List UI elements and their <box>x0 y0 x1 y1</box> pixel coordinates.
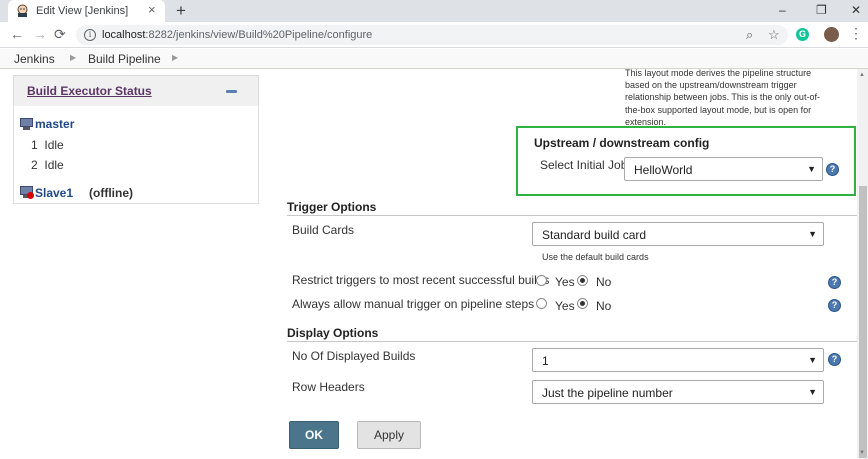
trigger-options-title: Trigger Options <box>287 200 377 214</box>
tab-close-icon[interactable]: × <box>148 3 156 17</box>
breadcrumb-build-pipeline[interactable]: Build Pipeline <box>88 52 161 66</box>
section-divider <box>287 341 857 342</box>
scrollbar-thumb[interactable] <box>859 186 867 458</box>
build-cards-hint: Use the default build cards <box>542 252 649 262</box>
help-icon[interactable]: ? <box>828 353 841 366</box>
section-divider <box>287 215 857 216</box>
forward-arrow-icon[interactable]: → <box>33 27 47 42</box>
help-icon[interactable]: ? <box>828 299 841 312</box>
radio-label-yes: Yes <box>555 299 575 313</box>
window-close-icon[interactable]: ✕ <box>851 3 861 17</box>
help-icon[interactable]: ? <box>826 163 839 176</box>
executor-panel-header: Build Executor Status <box>14 76 258 106</box>
browser-tab-strip: Edit View [Jenkins] × + – ❐ ✕ <box>0 0 868 22</box>
radio-label-no: No <box>596 299 612 313</box>
node-slave1-link[interactable]: Slave1 <box>35 186 73 200</box>
site-info-icon[interactable]: i <box>84 29 96 41</box>
chevron-down-icon: ▼ <box>808 355 817 365</box>
build-executor-status-panel: Build Executor Status master 1 Idle 2 Id… <box>13 75 259 204</box>
zoom-icon[interactable]: ⌕ <box>746 27 753 42</box>
minimize-icon[interactable]: – <box>779 3 786 17</box>
scroll-up-icon[interactable]: ▲ <box>859 71 865 79</box>
bookmark-star-icon[interactable]: ☆ <box>768 27 780 42</box>
build-cards-select[interactable]: Standard build card ▼ <box>532 222 824 246</box>
executor-row: 2 Idle <box>31 158 64 172</box>
grammarly-extension-icon[interactable]: G <box>796 28 809 41</box>
breadcrumb: Jenkins ▶ Build Pipeline ▶ <box>0 49 868 69</box>
address-bar[interactable]: i localhost:8282/jenkins/view/Build%20Pi… <box>76 25 788 45</box>
browser-toolbar: ← → ⟳ i localhost:8282/jenkins/view/Buil… <box>0 22 868 48</box>
breadcrumb-separator-icon[interactable]: ▶ <box>172 53 178 62</box>
node-offline-status: (offline) <box>89 186 133 200</box>
collapse-icon[interactable] <box>226 90 237 93</box>
new-tab-icon[interactable]: + <box>176 1 186 20</box>
scroll-down-icon[interactable]: ▼ <box>859 449 865 457</box>
radio-label-no: No <box>596 275 612 289</box>
breadcrumb-separator-icon[interactable]: ▶ <box>70 53 76 62</box>
vertical-scrollbar[interactable]: ▲ ▼ <box>857 69 868 459</box>
restore-icon[interactable]: ❐ <box>816 3 827 17</box>
chevron-down-icon: ▼ <box>808 387 817 397</box>
jenkins-favicon-icon <box>17 4 28 17</box>
displayed-builds-select[interactable]: 1 ▼ <box>532 348 824 372</box>
row-headers-select[interactable]: Just the pipeline number ▼ <box>532 380 824 404</box>
row-headers-label: Row Headers <box>292 380 365 394</box>
tab-title: Edit View [Jenkins] <box>36 5 129 17</box>
reload-icon[interactable]: ⟳ <box>54 27 66 42</box>
restrict-yes-radio[interactable] <box>536 275 547 286</box>
back-arrow-icon[interactable]: ← <box>10 27 24 42</box>
layout-description: This layout mode derives the pipeline st… <box>625 68 820 127</box>
build-cards-label: Build Cards <box>292 223 355 237</box>
ok-button[interactable]: OK <box>289 421 339 449</box>
url-text[interactable]: localhost:8282/jenkins/view/Build%20Pipe… <box>102 29 372 41</box>
initial-job-label: Select Initial Job <box>540 158 628 172</box>
initial-job-select[interactable]: HelloWorld ▼ <box>624 157 823 181</box>
manual-no-radio[interactable] <box>577 298 588 309</box>
chevron-down-icon: ▼ <box>807 164 816 174</box>
upstream-config-title: Upstream / downstream config <box>534 136 710 150</box>
display-options-title: Display Options <box>287 326 379 340</box>
offline-computer-icon <box>20 186 34 199</box>
menu-kebab-icon[interactable]: ⋮ <box>849 25 863 41</box>
restrict-triggers-label: Restrict triggers to most recent success… <box>292 273 550 287</box>
help-icon[interactable]: ? <box>828 276 841 289</box>
chevron-down-icon: ▼ <box>808 229 817 239</box>
computer-icon <box>20 118 33 130</box>
profile-avatar[interactable] <box>824 27 839 42</box>
displayed-builds-label: No Of Displayed Builds <box>292 349 416 363</box>
executor-row: 1 Idle <box>31 138 64 152</box>
apply-button[interactable]: Apply <box>357 421 421 449</box>
browser-tab[interactable]: Edit View [Jenkins] × <box>8 0 165 22</box>
node-master-link[interactable]: master <box>35 117 74 131</box>
manual-yes-radio[interactable] <box>536 298 547 309</box>
executor-panel-title[interactable]: Build Executor Status <box>27 84 152 98</box>
manual-trigger-label: Always allow manual trigger on pipeline … <box>292 297 535 311</box>
breadcrumb-jenkins[interactable]: Jenkins <box>14 52 55 66</box>
radio-label-yes: Yes <box>555 275 575 289</box>
restrict-no-radio[interactable] <box>577 275 588 286</box>
